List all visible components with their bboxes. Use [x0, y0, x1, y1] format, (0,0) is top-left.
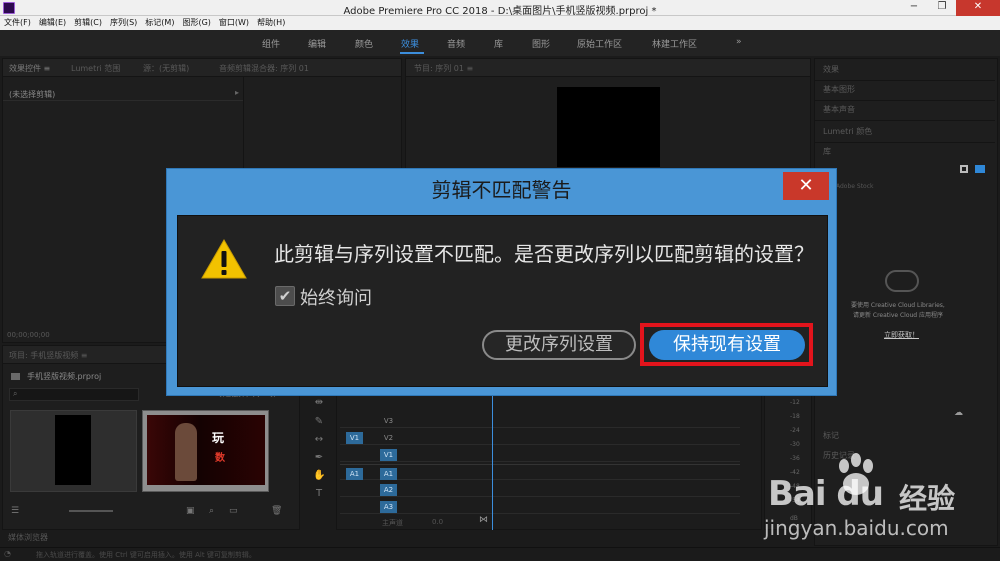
panel-essential-sound[interactable]: 基本声音: [823, 104, 855, 115]
workspace-tab-graphics[interactable]: 图形: [532, 37, 550, 50]
change-sequence-settings-button[interactable]: 更改序列设置: [482, 330, 636, 360]
project-search-input[interactable]: ⌕: [9, 388, 139, 401]
media-browser-tab[interactable]: 媒体浏览器: [8, 532, 48, 543]
cc-status-icon: ☁: [954, 408, 963, 418]
workspace-tab-assembly[interactable]: 组件: [262, 37, 280, 50]
panel-essential-graphics[interactable]: 基本图形: [823, 84, 855, 95]
workspace-bar: 组件 编辑 颜色 效果 音频 库 图形 原始工作区 林建工作区 »: [0, 30, 1000, 56]
always-ask-label: 始终询问: [300, 288, 372, 309]
menu-window[interactable]: 窗口(W): [219, 16, 249, 30]
workspace-tab-editing[interactable]: 编辑: [308, 37, 326, 50]
warning-icon: [201, 239, 247, 279]
hand-tool-icon[interactable]: ✋: [313, 470, 325, 482]
tab-audio-clip-mixer[interactable]: 音频剪辑混合器: 序列 01: [219, 63, 309, 74]
tab-project[interactable]: 项目: 手机竖版视频 ≡: [9, 350, 87, 361]
menu-file[interactable]: 文件(F): [4, 16, 31, 30]
watermark-jingyan: 经验: [899, 482, 956, 515]
menu-bar: 文件(F) 编辑(E) 剪辑(C) 序列(S) 标记(M) 图形(G) 窗口(W…: [0, 16, 1000, 30]
media-thumbnail-sequence[interactable]: [10, 410, 137, 492]
type-tool-icon[interactable]: T: [313, 488, 325, 500]
dialog-title: 剪辑不匹配警告: [431, 178, 572, 202]
track-a1[interactable]: A1 A1: [340, 464, 740, 480]
media-thumbnail-clip[interactable]: 玩 数: [142, 410, 269, 492]
program-video-frame: [557, 87, 660, 167]
active-workspace-indicator: [400, 52, 424, 54]
timeline-playhead[interactable]: [492, 390, 493, 530]
menu-edit[interactable]: 编辑(E): [39, 16, 66, 30]
list-view-toggle-icon[interactable]: ☰: [11, 506, 19, 516]
title-bar: Adobe Premiere Pro CC 2018 - D:\桌面图片\手机竖…: [0, 0, 1000, 17]
clip-overlay-text2: 数: [215, 453, 225, 464]
track-a2[interactable]: A2: [340, 481, 740, 497]
source-patch-a1[interactable]: A1: [346, 468, 363, 480]
minimize-button[interactable]: −: [900, 0, 928, 16]
ripple-edit-tool-icon[interactable]: ✎: [313, 416, 325, 428]
tab-effect-controls[interactable]: 效果控件 ≡: [9, 63, 50, 74]
menu-help[interactable]: 帮助(H): [257, 16, 285, 30]
timeline-end-marker-icon: ⋈: [479, 515, 488, 525]
workspace-tab-color[interactable]: 颜色: [355, 37, 373, 50]
window-close-button[interactable]: ✕: [956, 0, 1000, 16]
search-icon: ⌕: [13, 389, 18, 398]
workspace-tab-effects[interactable]: 效果: [401, 37, 419, 50]
panel-effects[interactable]: 效果: [823, 64, 839, 75]
project-folder-icon: [11, 373, 20, 380]
dialog-close-button[interactable]: ✕: [783, 172, 829, 200]
menu-markers[interactable]: 标记(M): [145, 16, 174, 30]
status-bar: ◔ 拖入轨道进行覆盖。使用 Ctrl 键可启用插入。使用 Alt 键可复制剪辑。: [0, 547, 1000, 561]
master-volume-value: 0.0: [432, 518, 444, 526]
clip-overlay-text1: 玩: [212, 431, 225, 445]
master-track-label: 主声道: [382, 519, 403, 527]
trash-icon[interactable]: 🗑: [271, 506, 282, 516]
slip-tool-icon[interactable]: ↔: [313, 434, 325, 446]
workspace-tab-libraries[interactable]: 库: [494, 37, 503, 50]
track-select-tool-icon[interactable]: ⇹: [313, 397, 325, 409]
status-info-icon: ◔: [4, 549, 11, 558]
workspace-tab-original[interactable]: 原始工作区: [577, 37, 622, 50]
maximize-button[interactable]: ❐: [928, 0, 956, 16]
watermark-url: jingyan.baidu.com: [764, 516, 949, 540]
pen-tool-icon[interactable]: ✒: [313, 452, 325, 464]
project-file-name: 手机竖版视频.prproj: [27, 372, 102, 381]
baidu-jingyan-watermark: Bai du 经验 jingyan.baidu.com: [754, 452, 1000, 547]
track-v1[interactable]: V1: [340, 446, 740, 462]
list-view-icon[interactable]: [975, 165, 985, 173]
panel-lumetri-color[interactable]: Lumetri 颜色: [823, 126, 872, 137]
keep-button-highlight-box: [640, 323, 813, 366]
workspace-overflow-icon[interactable]: »: [736, 37, 742, 47]
folder-icon[interactable]: ▭: [229, 506, 238, 516]
source-patch-v1[interactable]: V1: [346, 432, 363, 444]
cc-get-now-link[interactable]: 立即获取！: [884, 330, 919, 340]
grid-view-icon[interactable]: [960, 165, 968, 173]
effect-timecode: 00;00;00;00: [7, 331, 50, 339]
menu-graphics[interactable]: 图形(G): [182, 16, 210, 30]
collapse-arrow-icon[interactable]: ▸: [235, 88, 239, 97]
zoom-slider[interactable]: [69, 510, 113, 512]
tab-lumetri-scopes[interactable]: Lumetri 范围: [71, 63, 120, 74]
clip-person-image: [175, 423, 197, 481]
panel-markers[interactable]: 标记: [823, 430, 839, 441]
watermark-brand: Bai du: [768, 474, 884, 514]
status-message: 拖入轨道进行覆盖。使用 Ctrl 键可启用插入。使用 Alt 键可复制剪辑。: [36, 551, 256, 559]
dialog-message: 此剪辑与序列设置不匹配。是否更改序列以匹配剪辑的设置？: [274, 242, 814, 266]
track-v3[interactable]: V3: [340, 412, 740, 428]
new-bin-icon[interactable]: ▣: [186, 506, 195, 516]
workspace-tab-linjian[interactable]: 林建工作区: [652, 37, 697, 50]
always-ask-checkbox[interactable]: ✔: [275, 286, 295, 306]
cc-message-line2: 请更新 Creative Cloud 应用程序: [853, 312, 944, 319]
window-title: Adobe Premiere Pro CC 2018 - D:\桌面图片\手机竖…: [343, 6, 657, 17]
tab-program-monitor[interactable]: 节目: 序列 01 ≡: [414, 63, 473, 74]
adobe-stock-dropdown[interactable]: Adobe Stock: [836, 183, 874, 190]
find-icon[interactable]: ⌕: [209, 506, 214, 516]
menu-sequence[interactable]: 序列(S): [110, 16, 137, 30]
creative-cloud-icon: [885, 270, 919, 292]
track-a3[interactable]: A3: [340, 498, 740, 514]
menu-clip[interactable]: 剪辑(C): [74, 16, 102, 30]
cc-message-line1: 要使用 Creative Cloud Libraries,: [851, 302, 945, 309]
panel-libraries[interactable]: 库: [823, 146, 831, 157]
tab-source[interactable]: 源：(无剪辑): [143, 63, 189, 74]
workspace-tab-audio[interactable]: 音频: [447, 37, 465, 50]
track-v2[interactable]: V1 V2: [340, 429, 740, 445]
